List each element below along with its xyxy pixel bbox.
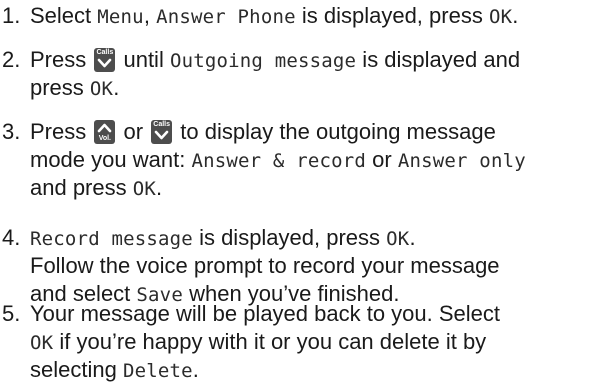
step-item: 3. Press Vol. or Calls to display the out… bbox=[0, 118, 526, 202]
display-text: Outgoing message bbox=[169, 50, 357, 72]
calls-down-key-icon: Calls bbox=[151, 120, 173, 144]
step-text: or bbox=[366, 147, 398, 172]
key-label: Vol. bbox=[98, 135, 112, 142]
calls-down-key-icon: Calls bbox=[94, 48, 116, 72]
display-text: Menu bbox=[97, 6, 144, 28]
display-text: Delete bbox=[122, 360, 193, 382]
step-text: selecting bbox=[30, 357, 123, 382]
step-item: 2. Press Calls until Outgoing message is … bbox=[0, 46, 520, 102]
display-text: OK bbox=[386, 228, 410, 250]
step-number: 3. bbox=[2, 119, 21, 144]
step-text-line: Press Vol. or Calls to display the outgo… bbox=[30, 118, 526, 146]
step-text: Press bbox=[30, 119, 93, 144]
display-text: Record message bbox=[30, 228, 193, 250]
key-label: Calls bbox=[96, 49, 114, 56]
key-label: Calls bbox=[153, 121, 171, 128]
step-item: 4. Record message is displayed, press OK.… bbox=[0, 224, 500, 308]
step-text: to display the outgoing message bbox=[174, 119, 496, 144]
step-text-line: selecting Delete. bbox=[30, 356, 500, 384]
step-text-line: Record message is displayed, press OK. bbox=[30, 224, 500, 252]
chevron-down-icon bbox=[154, 130, 169, 140]
chevron-up-icon bbox=[98, 123, 112, 133]
step-text-line: Follow the voice prompt to record your m… bbox=[30, 252, 500, 280]
step-text: Your message will be played back to you.… bbox=[30, 301, 501, 326]
step-text: Press bbox=[30, 47, 93, 72]
step-text: is displayed and bbox=[356, 47, 521, 72]
display-text: OK bbox=[30, 332, 54, 354]
step-number: 1. bbox=[2, 3, 21, 28]
display-text: Answer Phone bbox=[156, 6, 296, 28]
step-text-line: mode you want: Answer & record or Answer… bbox=[30, 146, 526, 174]
step-text: Select bbox=[30, 3, 98, 28]
step-text: if you’re happy with it or you can delet… bbox=[53, 329, 487, 354]
display-text: OK bbox=[488, 6, 513, 28]
step-text-line: Press Calls until Outgoing message is di… bbox=[30, 46, 520, 74]
step-text: . bbox=[192, 357, 199, 382]
step-item: 1. Select Menu, Answer Phone is displayed… bbox=[0, 2, 518, 30]
step-text: press bbox=[30, 75, 90, 100]
step-text: . bbox=[156, 175, 163, 200]
step-text: . bbox=[409, 225, 416, 250]
display-text: OK bbox=[132, 178, 157, 200]
step-text-line: Your message will be played back to you.… bbox=[30, 300, 500, 328]
display-text: Answer only bbox=[397, 150, 526, 172]
step-number: 4. bbox=[2, 225, 21, 250]
step-text: , bbox=[143, 3, 157, 28]
step-text: Follow the voice prompt to record your m… bbox=[30, 253, 500, 278]
step-text: until bbox=[117, 47, 170, 72]
step-text: or bbox=[117, 119, 150, 144]
step-text: . bbox=[113, 75, 120, 100]
step-item: 5. Your message will be played back to yo… bbox=[0, 300, 500, 384]
chevron-down-icon bbox=[98, 58, 112, 68]
step-text-line: Select Menu, Answer Phone is displayed, … bbox=[30, 2, 518, 30]
step-number: 5. bbox=[2, 301, 21, 326]
vol-up-key-icon: Vol. bbox=[94, 120, 116, 144]
step-text: mode you want: bbox=[30, 147, 192, 172]
display-text: OK bbox=[89, 78, 114, 100]
step-text-line: press OK. bbox=[30, 74, 520, 102]
step-number: 2. bbox=[2, 47, 21, 72]
step-text: and press bbox=[30, 175, 133, 200]
step-text: is displayed, press bbox=[295, 3, 489, 28]
display-text: Answer & record bbox=[191, 150, 367, 172]
step-text: . bbox=[512, 3, 519, 28]
step-text-line: OK if you’re happy with it or you can de… bbox=[30, 328, 500, 356]
step-text: is displayed, press bbox=[192, 225, 387, 250]
step-text-line: and press OK. bbox=[30, 174, 526, 202]
